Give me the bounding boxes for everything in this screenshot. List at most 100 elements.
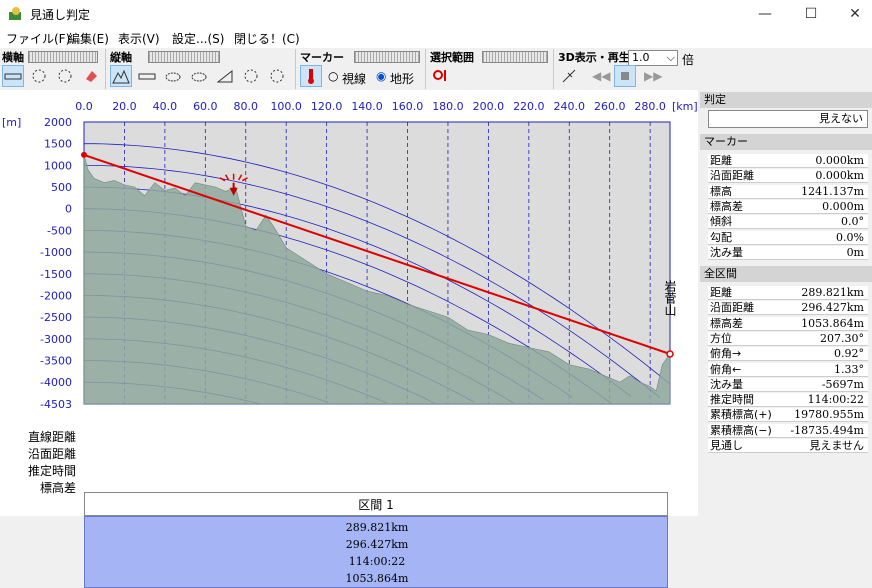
v-slope-button[interactable]: [214, 65, 236, 87]
all-row: 沈み量 -5697m: [708, 377, 868, 392]
stop-icon: [621, 72, 629, 80]
mountain-view-button[interactable]: [110, 65, 132, 87]
h-ruler-button[interactable]: [2, 65, 24, 87]
range-group: 選択範囲: [428, 49, 554, 89]
circle-icon: [270, 69, 284, 83]
marker-row-label: 距離: [710, 154, 732, 167]
menu-view[interactable]: 表示(V): [118, 30, 160, 47]
marker-row-value: 0.000km: [815, 154, 864, 167]
h-fit-button[interactable]: [28, 65, 50, 87]
v-axis-slider[interactable]: [148, 51, 220, 63]
minimize-button[interactable]: —: [742, 0, 788, 28]
forward-icon[interactable]: ▶▶: [644, 69, 662, 83]
menu-settings[interactable]: 設定...(S): [172, 30, 224, 47]
v-wave-button[interactable]: [188, 65, 210, 87]
maximize-button[interactable]: ☐: [788, 0, 834, 28]
h-eraser-button[interactable]: [80, 65, 102, 87]
marker-row-label: 標高差: [710, 199, 743, 213]
radio-terrain[interactable]: ◉: [376, 69, 386, 83]
v-circle2-button[interactable]: [266, 65, 288, 87]
marker-row-label: 勾配: [710, 230, 732, 244]
y-tick-label: 2000: [44, 116, 72, 129]
x-tick-label: 20.0: [112, 100, 137, 113]
all-row: 俯角→ 0.92°: [708, 347, 868, 362]
x-tick-label: 40.0: [153, 100, 178, 113]
all-row-label: 距離: [710, 286, 732, 299]
x-tick-label: 260.0: [594, 100, 626, 113]
rewind-icon[interactable]: ◀◀: [592, 69, 610, 83]
all-row: 俯角← 1.33°: [708, 362, 868, 377]
y-tick-label: -3000: [40, 333, 72, 346]
pin-icon: [433, 70, 446, 81]
x-tick-label: 80.0: [234, 100, 259, 113]
marker-row: 傾斜 0.0°: [708, 215, 868, 230]
info-sidebar: 判定 見えない マーカー 距離 0.000km 沿面距離 0.000km 標高 1241.…: [700, 90, 872, 516]
marker-label: マーカー: [300, 51, 344, 64]
y-tick-label: 0: [65, 203, 72, 216]
y-tick-label: -1000: [40, 246, 72, 259]
profile-chart: 0.0 20.0 40.0 60.0 80.0 100.0 120.0 140.0 160.0 1…: [2, 100, 698, 411]
x-tick-label: 120.0: [311, 100, 343, 113]
marker-row: 距離 0.000km: [708, 154, 868, 168]
stop-button[interactable]: [614, 65, 636, 87]
h-axis-label: 横軸: [2, 51, 24, 64]
marker-row-value: 0m: [846, 245, 864, 259]
v-axis-group: 縦軸: [108, 49, 296, 89]
y-tick-label: -2500: [40, 311, 72, 324]
all-row: 累積標高(+) 19780.955m: [708, 408, 868, 423]
radio-sight-label: 視線: [342, 72, 367, 86]
x-tick-label: 220.0: [513, 100, 545, 113]
marker-row-value: 0.0%: [836, 230, 864, 244]
zoom-value: 1.0: [632, 51, 650, 64]
radio-sight[interactable]: ○: [328, 69, 338, 83]
zoom-select[interactable]: 1.0 ⌵: [628, 50, 678, 66]
all-row-label: 沈み量: [710, 377, 743, 391]
x-tick-label: 160.0: [392, 100, 424, 113]
all-row-value: -5697m: [821, 377, 864, 391]
marker-row: 標高差 0.000m: [708, 199, 868, 214]
v-cloud-button[interactable]: [162, 65, 184, 87]
section-value-elev: 1053.864m: [345, 572, 409, 585]
marker-row-label: 標高: [710, 184, 732, 198]
all-row: 推定時間 114:00:22: [708, 393, 868, 408]
marker-slider[interactable]: [354, 51, 420, 63]
v-ruler-button[interactable]: [136, 65, 158, 87]
section-value-surface: 296.427km: [345, 538, 409, 551]
all-row: 見通し 見えません: [708, 439, 868, 453]
close-button[interactable]: ✕: [832, 0, 872, 28]
3d-button[interactable]: [558, 65, 580, 87]
y-tick-label: -4503: [40, 398, 72, 411]
3d-icon: [562, 69, 576, 83]
circle-icon: [32, 69, 46, 83]
v-circle-button[interactable]: [240, 65, 262, 87]
section-value-distance: 289.821km: [345, 521, 409, 534]
cloud-icon: [58, 69, 72, 83]
x-tick-label: 240.0: [554, 100, 586, 113]
section-label-surface: 沿面距離: [27, 447, 76, 461]
chevron-down-icon: ⌵: [666, 51, 675, 64]
range-button[interactable]: [430, 65, 452, 87]
menu-close[interactable]: 閉じる！(C): [234, 30, 300, 47]
all-row-value: 296.427km: [801, 301, 864, 315]
y-tick-label: -3500: [40, 355, 72, 368]
play-group: 3D表示・再生 1.0 ⌵ 倍 ◀◀ ▶▶: [556, 49, 698, 89]
x-tick-label: 280.0: [634, 100, 666, 113]
all-row: 沿面距離 296.427km: [708, 301, 868, 316]
h-axis-slider[interactable]: [28, 51, 98, 63]
marker-button[interactable]: [300, 65, 322, 87]
all-row-value: 1.33°: [834, 362, 864, 376]
menu-file[interactable]: ファイル(F): [6, 30, 70, 47]
marker-row-label: 傾斜: [710, 215, 732, 229]
radio-terrain-label: 地形: [390, 72, 415, 86]
all-row-label: 方位: [710, 331, 732, 345]
menu-edit[interactable]: 編集(E): [68, 30, 109, 47]
v-axis-label: 縦軸: [110, 51, 132, 64]
x-unit-label: [km]: [672, 100, 698, 113]
x-tick-label: 100.0: [270, 100, 302, 113]
marker-row-value: 1241.137m: [801, 184, 864, 198]
app-icon: [8, 6, 24, 22]
range-slider[interactable]: [482, 51, 548, 63]
x-tick-label: 140.0: [351, 100, 383, 113]
y-tick-label: 500: [51, 181, 72, 194]
h-zoom-button[interactable]: [54, 65, 76, 87]
